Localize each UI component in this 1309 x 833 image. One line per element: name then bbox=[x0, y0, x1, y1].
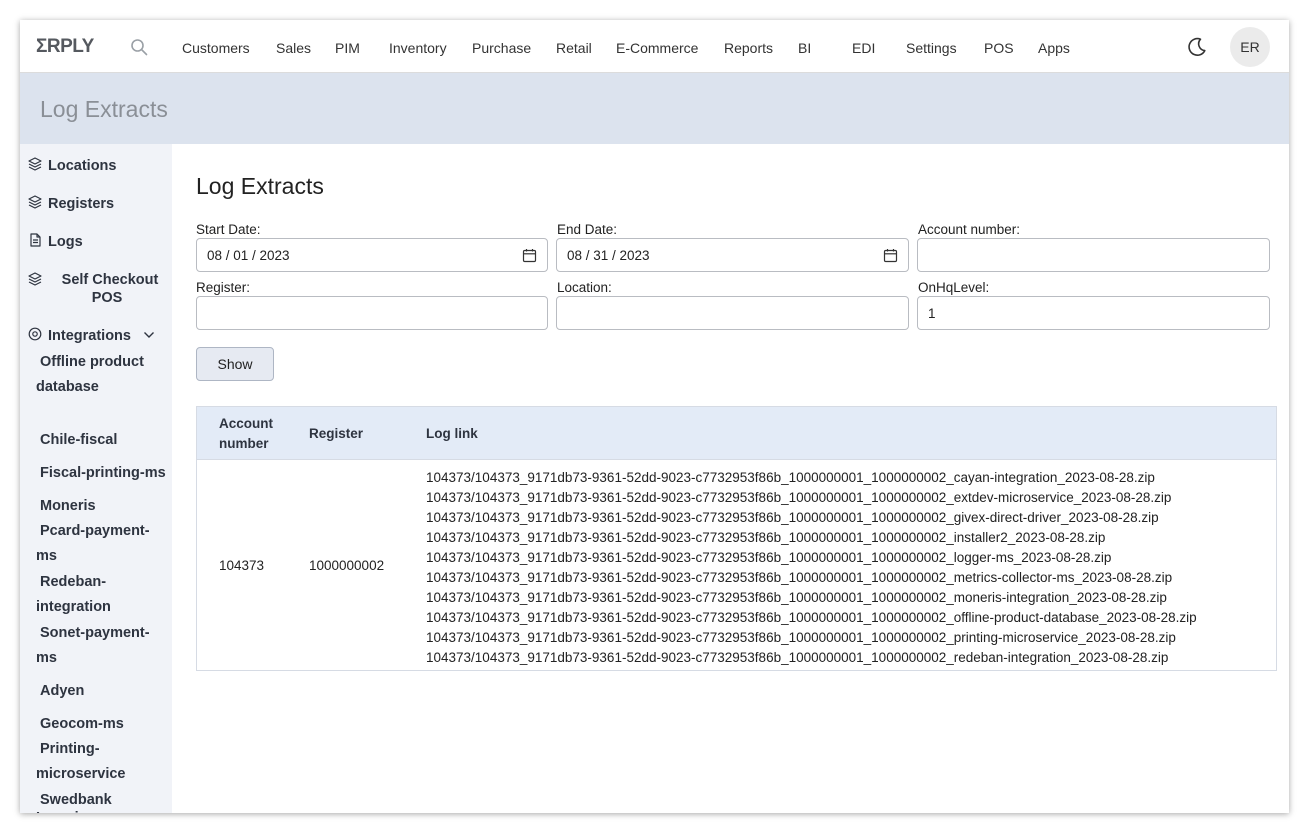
end-date-label: End Date: bbox=[557, 222, 618, 237]
log-extracts-table: Account number Register Log link 104373 … bbox=[196, 406, 1277, 671]
log-link[interactable]: 104373/104373_9171db73-9361-52dd-9023-c7… bbox=[426, 628, 1197, 648]
sidebar-item-label: Integrations bbox=[48, 328, 131, 344]
sidebar-sub-chile-fiscal[interactable]: Chile-fiscal bbox=[36, 428, 172, 453]
log-link[interactable]: 104373/104373_9171db73-9361-52dd-9023-c7… bbox=[426, 608, 1197, 628]
user-avatar[interactable]: ER bbox=[1230, 27, 1270, 67]
sidebar-item-integrations[interactable]: Integrations bbox=[28, 327, 155, 344]
show-button[interactable]: Show bbox=[196, 347, 274, 381]
nav-customers[interactable]: Customers bbox=[182, 40, 250, 56]
nav-retail[interactable]: Retail bbox=[556, 40, 592, 56]
log-link[interactable]: 104373/104373_9171db73-9361-52dd-9023-c7… bbox=[426, 488, 1197, 508]
document-icon bbox=[30, 233, 41, 247]
sidebar-sub-fiscal-printing-ms[interactable]: Fiscal-printing-ms bbox=[36, 461, 172, 486]
sidebar-sub-swedbank-ingenico[interactable]: Swedbank Ingenico bbox=[36, 791, 126, 813]
nav-bi[interactable]: BI bbox=[798, 40, 811, 56]
sidebar-sub-offline-product-database[interactable]: Offline product database bbox=[36, 350, 172, 400]
nav-pim[interactable]: PIM bbox=[335, 40, 360, 56]
location-label: Location: bbox=[557, 280, 612, 295]
start-date-value: 08 / 01 / 2023 bbox=[207, 247, 290, 263]
onhqlevel-input[interactable]: 1 bbox=[917, 296, 1270, 330]
nav-edi[interactable]: EDI bbox=[852, 40, 875, 56]
register-input[interactable] bbox=[196, 296, 548, 330]
start-date-input[interactable]: 08 / 01 / 2023 bbox=[196, 238, 548, 272]
sidebar-item-label: Registers bbox=[48, 196, 115, 212]
log-link[interactable]: 104373/104373_9171db73-9361-52dd-9023-c7… bbox=[426, 588, 1197, 608]
nav-sales[interactable]: Sales bbox=[276, 40, 311, 56]
sidebar-sub-adyen[interactable]: Adyen bbox=[36, 679, 172, 704]
main-content: Log Extracts Start Date: 08 / 01 / 2023 … bbox=[172, 144, 1289, 813]
account-number-label: Account number: bbox=[918, 222, 1021, 237]
cell-log-links: 104373/104373_9171db73-9361-52dd-9023-c7… bbox=[426, 468, 1197, 668]
calendar-icon[interactable] bbox=[522, 248, 537, 263]
end-date-value: 08 / 31 / 2023 bbox=[567, 247, 650, 263]
register-label: Register: bbox=[196, 280, 251, 295]
search-icon[interactable] bbox=[130, 38, 148, 56]
table-header: Account number Register Log link bbox=[197, 407, 1276, 460]
log-link[interactable]: 104373/104373_9171db73-9361-52dd-9023-c7… bbox=[426, 508, 1197, 528]
column-header-log-link: Log link bbox=[426, 426, 478, 441]
cell-account-number: 104373 bbox=[219, 558, 265, 573]
dark-mode-moon-icon[interactable] bbox=[1186, 36, 1208, 58]
location-input[interactable] bbox=[556, 296, 909, 330]
column-header-account-number: Account number bbox=[219, 414, 273, 454]
sidebar-sub-printing-microservice[interactable]: Printing-microservice bbox=[36, 737, 136, 787]
sidebar-item-label: Self Checkout POS bbox=[61, 272, 159, 306]
sidebar-item-locations[interactable]: Locations bbox=[28, 157, 116, 174]
page-header-title: Log Extracts bbox=[40, 96, 168, 122]
sidebar-item-label: Logs bbox=[48, 234, 83, 250]
onhqlevel-value: 1 bbox=[928, 305, 936, 321]
nav-apps[interactable]: Apps bbox=[1038, 40, 1070, 56]
column-header-register: Register bbox=[309, 426, 364, 441]
nav-reports[interactable]: Reports bbox=[724, 40, 773, 56]
sidebar-item-self-checkout-pos[interactable]: Self Checkout POS bbox=[28, 271, 172, 307]
sidebar-sub-redeban-integration[interactable]: Redeban-integration bbox=[36, 570, 126, 620]
sidebar-sub-sonet-payment-ms[interactable]: Sonet-payment-ms bbox=[36, 621, 164, 671]
end-date-input[interactable]: 08 / 31 / 2023 bbox=[556, 238, 909, 272]
nav-inventory[interactable]: Inventory bbox=[389, 40, 447, 56]
layers-icon bbox=[28, 157, 42, 171]
log-link[interactable]: 104373/104373_9171db73-9361-52dd-9023-c7… bbox=[426, 468, 1197, 488]
chevron-down-icon bbox=[144, 332, 155, 338]
sidebar-sub-moneris[interactable]: Moneris bbox=[36, 494, 172, 519]
header-text: Account bbox=[219, 416, 273, 431]
sidebar-sub-geocom-ms[interactable]: Geocom-ms bbox=[36, 712, 172, 737]
sidebar: Locations Registers Logs Self Checkout P… bbox=[20, 144, 172, 813]
nav-pos[interactable]: POS bbox=[984, 40, 1014, 56]
app-window: ΣRPLY Customers Sales PIM Inventory Purc… bbox=[20, 20, 1289, 813]
log-link[interactable]: 104373/104373_9171db73-9361-52dd-9023-c7… bbox=[426, 528, 1197, 548]
nav-settings[interactable]: Settings bbox=[906, 40, 957, 56]
sidebar-item-label: Locations bbox=[48, 158, 117, 174]
page-header: Log Extracts bbox=[20, 73, 1289, 144]
top-navbar: ΣRPLY Customers Sales PIM Inventory Purc… bbox=[20, 20, 1289, 73]
erply-logo[interactable]: ΣRPLY bbox=[36, 36, 94, 58]
header-text: number bbox=[219, 436, 269, 451]
nav-purchase[interactable]: Purchase bbox=[472, 40, 531, 56]
target-icon bbox=[28, 327, 42, 341]
onhqlevel-label: OnHqLevel: bbox=[918, 280, 990, 295]
nav-ecommerce[interactable]: E-Commerce bbox=[616, 40, 698, 56]
log-link[interactable]: 104373/104373_9171db73-9361-52dd-9023-c7… bbox=[426, 548, 1197, 568]
sidebar-item-registers[interactable]: Registers bbox=[28, 195, 114, 212]
sidebar-item-logs[interactable]: Logs bbox=[28, 233, 83, 250]
cell-register: 1000000002 bbox=[309, 558, 385, 573]
sidebar-sub-pcard-payment-ms[interactable]: Pcard-payment-ms bbox=[36, 519, 164, 569]
calendar-icon[interactable] bbox=[883, 248, 898, 263]
log-link[interactable]: 104373/104373_9171db73-9361-52dd-9023-c7… bbox=[426, 648, 1197, 668]
layers-icon bbox=[28, 195, 42, 209]
account-number-input[interactable] bbox=[917, 238, 1270, 272]
layers-icon bbox=[28, 272, 42, 286]
start-date-label: Start Date: bbox=[196, 222, 261, 237]
page-title: Log Extracts bbox=[196, 173, 324, 199]
log-link[interactable]: 104373/104373_9171db73-9361-52dd-9023-c7… bbox=[426, 568, 1197, 588]
